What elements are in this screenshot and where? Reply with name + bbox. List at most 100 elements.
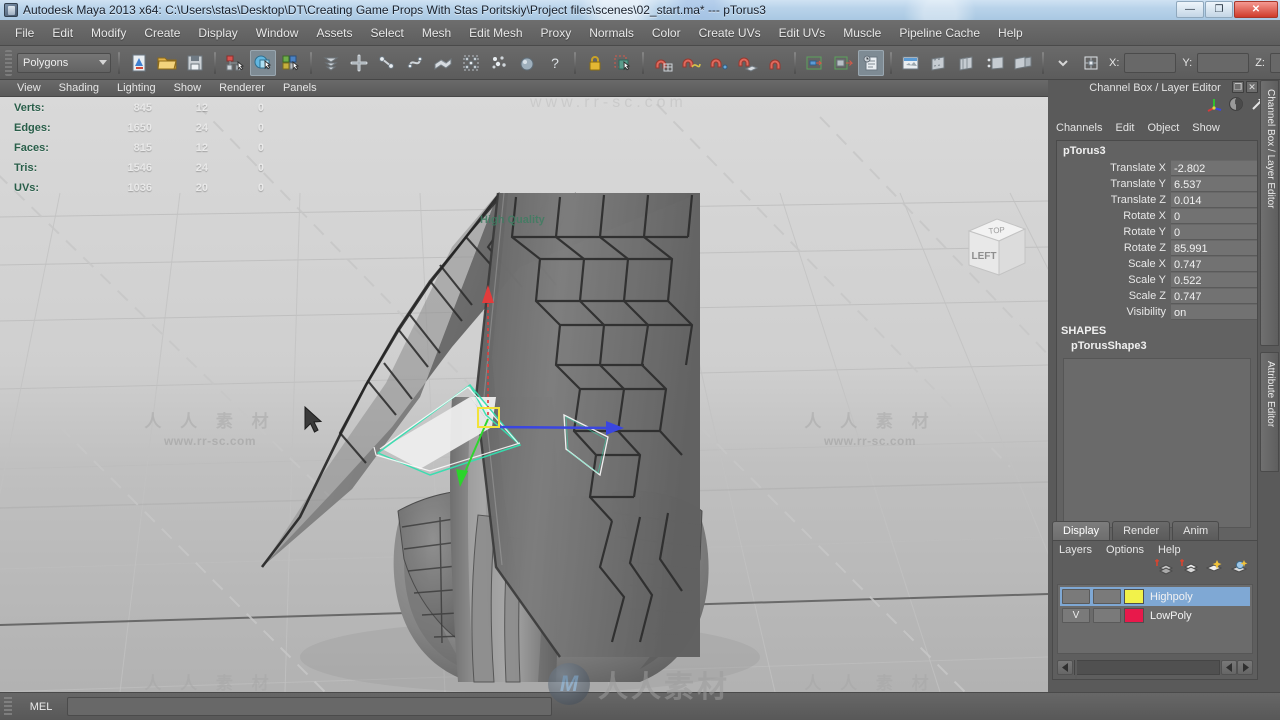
create-render-pass-icon[interactable]	[1229, 559, 1249, 581]
menu-assets[interactable]: Assets	[307, 23, 361, 43]
input-connections-icon[interactable]	[802, 50, 828, 76]
toolbar-grip[interactable]	[5, 49, 12, 76]
create-render-layer-icon[interactable]	[1204, 559, 1224, 581]
magnet-curve-snap-icon[interactable]	[678, 50, 704, 76]
channel-menu-object[interactable]: Object	[1147, 122, 1188, 134]
channel-row-scale-y[interactable]: Scale Y 0.522	[1057, 272, 1257, 288]
channel-row-rotate-z[interactable]: Rotate Z 85.991	[1057, 240, 1257, 256]
absolute-transform-icon[interactable]	[1078, 50, 1104, 76]
dock-tab-channel-box[interactable]: Channel Box / Layer Editor	[1260, 80, 1279, 346]
menu-edit-uvs[interactable]: Edit UVs	[770, 23, 835, 43]
attr-value[interactable]: 0.522	[1171, 272, 1257, 288]
layer-name[interactable]: LowPoly	[1150, 610, 1192, 622]
layer-list[interactable]: Highpoly V LowPoly	[1057, 584, 1253, 654]
tab-anim[interactable]: Anim	[1172, 521, 1220, 540]
select-by-component-type-icon[interactable]	[278, 50, 304, 76]
viewport-menu-renderer[interactable]: Renderer	[210, 81, 274, 95]
menu-create[interactable]: Create	[135, 23, 189, 43]
scrollbar-thumb[interactable]	[1075, 659, 1077, 679]
dock-tab-attribute-editor[interactable]: Attribute Editor	[1260, 352, 1279, 472]
undock-icon[interactable]: ❐	[1232, 81, 1244, 93]
menu-color[interactable]: Color	[643, 23, 690, 43]
command-line-grip[interactable]	[4, 696, 12, 717]
layer-color-swatch[interactable]	[1124, 589, 1144, 604]
menu-muscle[interactable]: Muscle	[834, 23, 890, 43]
viewport-menu-panels[interactable]: Panels	[274, 81, 326, 95]
channel-row-visibility[interactable]: Visibility on	[1057, 304, 1257, 320]
attr-value[interactable]: 0.747	[1171, 288, 1257, 304]
layer-menu-help[interactable]: Help	[1158, 544, 1181, 556]
layer-visibility-toggle[interactable]: V	[1062, 608, 1090, 623]
layer-menu-options[interactable]: Options	[1106, 544, 1144, 556]
select-by-hierarchy-icon[interactable]	[222, 50, 248, 76]
magnet-icon[interactable]	[762, 50, 788, 76]
select-mask-all-icon[interactable]	[318, 50, 344, 76]
lock-icon[interactable]	[582, 50, 608, 76]
close-icon[interactable]: ✕	[1246, 81, 1258, 93]
viewport-menu-view[interactable]: View	[8, 81, 50, 95]
attr-value[interactable]: on	[1171, 304, 1257, 320]
viewport-3d[interactable]: x y z TOP LEFT Verts:	[0, 97, 1048, 692]
menu-proxy[interactable]: Proxy	[532, 23, 581, 43]
create-layer-from-selected-icon[interactable]	[1179, 558, 1199, 581]
attr-value[interactable]: 0	[1171, 224, 1257, 240]
channel-box-shape-name[interactable]: pTorusShape3	[1057, 339, 1257, 354]
channel-row-translate-z[interactable]: Translate Z 0.014	[1057, 192, 1257, 208]
channel-menu-show[interactable]: Show	[1192, 122, 1229, 134]
help-icon[interactable]: ?	[542, 50, 568, 76]
scrollbar-track[interactable]	[1074, 659, 1220, 679]
attr-value[interactable]: 6.537	[1171, 176, 1257, 192]
open-scene-icon[interactable]	[154, 50, 180, 76]
channel-menu-channels[interactable]: Channels	[1056, 122, 1111, 134]
menu-create-uvs[interactable]: Create UVs	[690, 23, 770, 43]
channel-menu-edit[interactable]: Edit	[1115, 122, 1143, 134]
attr-value[interactable]: 85.991	[1171, 240, 1257, 256]
output-connections-icon[interactable]	[830, 50, 856, 76]
magnet-grid-snap-icon[interactable]	[650, 50, 676, 76]
scroll-page-left-icon[interactable]	[1221, 659, 1237, 675]
channel-box-body[interactable]: pTorus3 Translate X -2.802 Translate Y 6…	[1056, 140, 1258, 585]
tab-display[interactable]: Display	[1052, 521, 1111, 540]
menu-select[interactable]: Select	[361, 23, 412, 43]
attr-value[interactable]: -2.802	[1171, 160, 1257, 176]
snap-grid-icon[interactable]	[346, 50, 372, 76]
viewport-menu-lighting[interactable]: Lighting	[108, 81, 165, 95]
menuset-selector[interactable]: Polygons	[17, 52, 111, 73]
magnet-plane-snap-icon[interactable]	[734, 50, 760, 76]
attr-value[interactable]: 0.014	[1171, 192, 1257, 208]
menu-display[interactable]: Display	[189, 23, 246, 43]
menu-mesh[interactable]: Mesh	[413, 23, 460, 43]
render-settings-icon[interactable]	[954, 50, 980, 76]
manipulator-axes-icon[interactable]	[1206, 96, 1222, 117]
magnet-point-snap-icon[interactable]	[706, 50, 732, 76]
tab-render[interactable]: Render	[1112, 521, 1171, 540]
new-scene-icon[interactable]	[126, 50, 152, 76]
channel-row-scale-z[interactable]: Scale Z 0.747	[1057, 288, 1257, 304]
axis-x-input[interactable]	[1124, 52, 1177, 73]
maximize-button[interactable]: ❐	[1205, 1, 1233, 18]
menu-pipeline-cache[interactable]: Pipeline Cache	[890, 23, 989, 43]
render-current-frame-icon[interactable]	[898, 50, 924, 76]
coordinate-mode-chevron-icon[interactable]	[1050, 50, 1076, 76]
render-view-icon[interactable]	[982, 50, 1008, 76]
particles-icon[interactable]	[486, 50, 512, 76]
layer-row-lowpoly[interactable]: V LowPoly	[1060, 606, 1250, 625]
viewport-menu-shading[interactable]: Shading	[50, 81, 108, 95]
command-input[interactable]	[67, 697, 552, 716]
menu-file[interactable]: File	[6, 23, 43, 43]
close-button[interactable]: ✕	[1234, 1, 1278, 18]
ipr-render-icon[interactable]	[926, 50, 952, 76]
channel-row-scale-x[interactable]: Scale X 0.747	[1057, 256, 1257, 272]
channel-row-translate-x[interactable]: Translate X -2.802	[1057, 160, 1257, 176]
selection-mask-icon[interactable]	[610, 50, 636, 76]
menu-help[interactable]: Help	[989, 23, 1032, 43]
layer-color-swatch[interactable]	[1124, 608, 1144, 623]
attr-value[interactable]: 0	[1171, 208, 1257, 224]
layer-list-scrollbar[interactable]	[1057, 659, 1253, 679]
script-language-label[interactable]: MEL	[15, 701, 67, 713]
select-by-object-type-icon[interactable]	[250, 49, 276, 76]
view-cube[interactable]: TOP LEFT	[955, 209, 1033, 292]
channel-row-rotate-x[interactable]: Rotate X 0	[1057, 208, 1257, 224]
menu-normals[interactable]: Normals	[580, 23, 643, 43]
scroll-right-icon[interactable]	[1237, 659, 1253, 675]
